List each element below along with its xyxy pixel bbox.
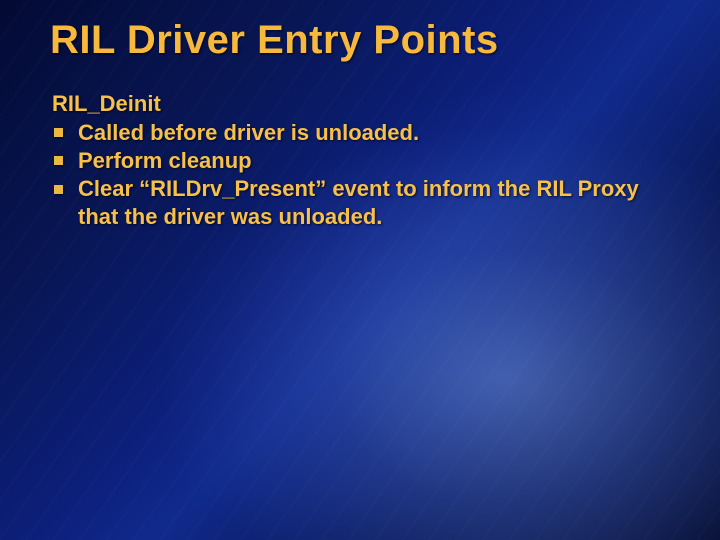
section-heading: RIL_Deinit bbox=[52, 91, 680, 117]
list-item: Perform cleanup bbox=[52, 147, 680, 175]
slide-title: RIL Driver Entry Points bbox=[50, 18, 680, 63]
list-item-text: Perform cleanup bbox=[78, 148, 252, 173]
list-item-text: Clear “RILDrv_Present” event to inform t… bbox=[78, 176, 639, 229]
bullet-list: Called before driver is unloaded. Perfor… bbox=[50, 119, 680, 232]
bullet-icon bbox=[54, 185, 63, 194]
bullet-icon bbox=[54, 156, 63, 165]
list-item: Clear “RILDrv_Present” event to inform t… bbox=[52, 175, 680, 231]
list-item: Called before driver is unloaded. bbox=[52, 119, 680, 147]
list-item-text: Called before driver is unloaded. bbox=[78, 120, 419, 145]
slide: RIL Driver Entry Points RIL_Deinit Calle… bbox=[0, 0, 720, 540]
bullet-icon bbox=[54, 128, 63, 137]
